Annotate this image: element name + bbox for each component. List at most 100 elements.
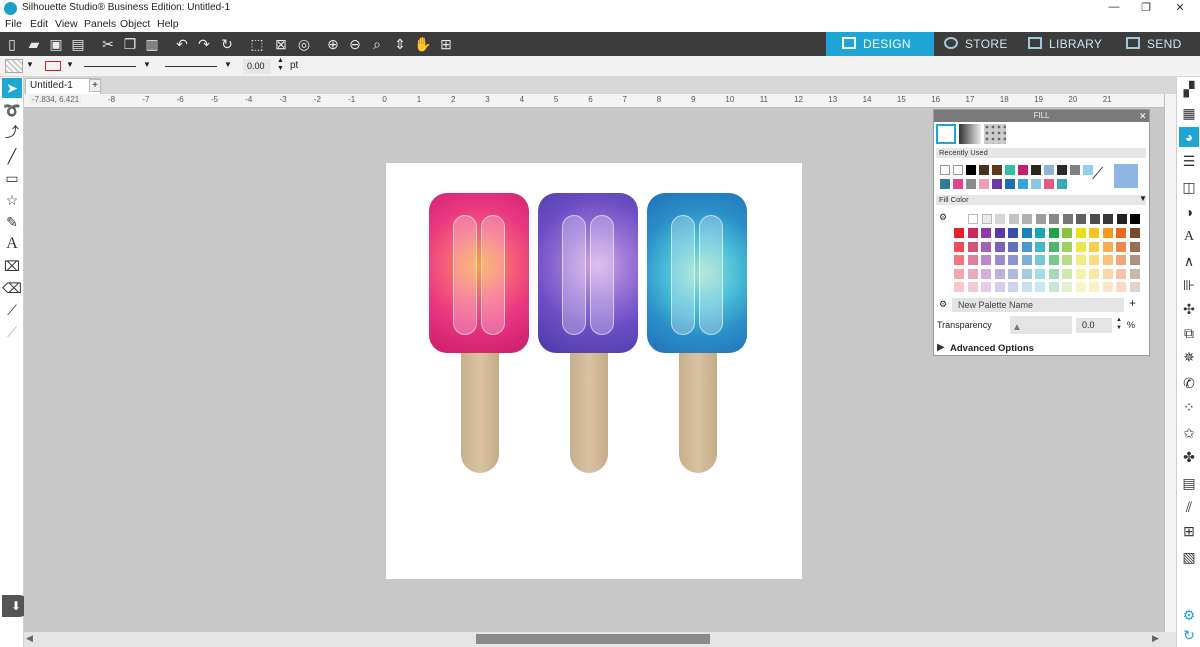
palette-swatch[interactable] [981,228,991,238]
minimize-button[interactable]: — [1100,1,1128,16]
palette-swatch[interactable] [1116,214,1127,224]
copy-icon[interactable]: ❐ [121,35,139,53]
palette-swatch[interactable] [1129,241,1140,252]
palette-swatch[interactable] [1021,255,1032,265]
palette-swatch[interactable] [1008,282,1018,292]
popsicle-stick-3[interactable] [679,333,717,473]
cut-icon[interactable]: ✂ [99,35,117,53]
line-width-input[interactable]: 0.00 [243,59,271,74]
palette-swatch[interactable] [1075,228,1086,238]
print-icon[interactable]: ▤ [69,35,87,53]
transparency-stepper[interactable]: ▲ ▼ [1116,316,1122,332]
palette-swatch[interactable] [981,255,991,265]
palette-swatch[interactable] [1008,255,1018,265]
new-document-icon[interactable]: ▯ [3,35,21,53]
pixscan-icon[interactable]: ▦ [1179,103,1199,123]
tab-store[interactable]: STORE [936,32,1020,56]
fill-solid-tab[interactable] [936,124,956,144]
point-edit-tool-icon[interactable]: ➰ [2,100,22,120]
popsicle-stick-2[interactable] [570,333,608,473]
palette-swatch[interactable] [967,228,978,238]
palette-swatch[interactable] [1089,255,1099,265]
add-tab-button[interactable]: + [89,79,101,92]
palette-swatch[interactable] [1129,268,1140,279]
palette-swatch[interactable] [1089,214,1100,224]
recent-swatch[interactable] [979,179,989,189]
layers-icon[interactable]: ▤ [1179,473,1199,493]
text-to-path-icon[interactable]: ∧ [1179,251,1199,271]
palette-swatch[interactable] [1130,214,1140,224]
recent-swatch[interactable] [992,165,1002,175]
drag-zoom-icon[interactable]: ⇕ [391,35,409,53]
save-icon[interactable]: ▣ [47,35,65,53]
recent-swatch[interactable] [1031,179,1041,189]
palette-swatch[interactable] [995,214,1005,224]
palette-swatch[interactable] [1102,241,1113,252]
recent-swatch[interactable] [966,179,976,189]
popsicle-pink[interactable] [429,193,529,353]
menu-view[interactable]: View [55,18,78,30]
line-style-dropdown-icon[interactable]: ▼ [143,60,151,69]
nesting-icon[interactable]: ⊞ [1179,521,1199,541]
palette-swatch[interactable] [954,268,964,279]
recent-swatch[interactable] [979,165,989,175]
palette-swatch[interactable] [1035,268,1045,279]
palette-swatch[interactable] [1049,214,1059,224]
tab-send[interactable]: SEND [1120,32,1200,56]
replicate-icon[interactable]: ✣ [1179,299,1199,319]
palette-swatch[interactable] [1116,228,1126,238]
recent-swatch[interactable] [1018,165,1028,175]
palette-swatch[interactable] [1129,228,1140,238]
recent-swatch[interactable] [940,165,950,175]
deselect-icon[interactable]: ⊠ [272,35,290,53]
select-all-icon[interactable]: ⬚ [248,35,266,53]
advanced-options-label[interactable]: Advanced Options [950,343,1034,354]
transparency-input[interactable]: 0.0 [1076,318,1112,333]
fill-pattern-tab[interactable] [984,124,1006,144]
text-style-icon[interactable]: A [1179,227,1199,247]
eraser-tool-icon[interactable]: ⌫ [2,278,22,298]
palette-swatch[interactable] [1035,214,1046,224]
fill-panel-icon[interactable]: ◕ [1179,127,1199,147]
palette-swatch[interactable] [1048,228,1059,238]
gradient-icon[interactable]: ◫ [1179,177,1199,197]
menu-help[interactable]: Help [157,18,179,30]
palette-swatch[interactable] [1075,282,1086,292]
palette-swatch[interactable] [1075,268,1086,279]
fill-swatch-button[interactable] [5,59,23,73]
palette-swatch[interactable] [994,255,1005,265]
open-folder-icon[interactable]: ▰ [25,35,43,53]
palette-swatch[interactable] [994,282,1005,292]
palette-swatch[interactable] [1116,241,1126,252]
recent-swatch[interactable] [992,179,1002,189]
palette-swatch[interactable] [1008,268,1018,279]
palette-swatch[interactable] [967,241,978,252]
palette-swatch[interactable] [1062,241,1072,252]
palette-swatch[interactable] [967,268,978,279]
palette-swatch[interactable] [981,214,992,224]
menu-object[interactable]: Object [120,18,150,30]
palette-swatch[interactable] [1089,241,1099,252]
palette-swatch[interactable] [967,282,978,292]
recent-swatch[interactable] [1044,179,1054,189]
popsicle-purple[interactable] [538,193,638,353]
recent-swatch[interactable] [1031,165,1041,175]
transparency-slider-handle-icon[interactable]: ▲ [1012,322,1022,333]
palette-swatch[interactable] [1075,255,1086,265]
page-setup-icon[interactable]: ▞ [1179,79,1199,99]
text-tool-icon[interactable]: A [2,234,22,254]
recent-swatch[interactable] [1044,165,1054,175]
eyedropper-icon[interactable]: ⟋ [1092,166,1103,184]
palette-swatch[interactable] [981,268,991,279]
recent-swatch[interactable] [940,179,950,189]
redo-icon[interactable]: ↷ [195,35,213,53]
redraw-icon[interactable]: ↻ [218,35,236,53]
advanced-options-toggle-icon[interactable]: ▶ [937,342,945,353]
recent-swatch[interactable] [1057,179,1067,189]
palette-swatch[interactable] [1021,282,1032,292]
recent-swatch[interactable] [953,179,963,189]
recent-swatch[interactable] [1018,179,1028,189]
palette-swatch[interactable] [1129,282,1140,292]
popsicle-stick-1[interactable] [461,333,499,473]
palette-swatch[interactable] [1048,241,1059,252]
